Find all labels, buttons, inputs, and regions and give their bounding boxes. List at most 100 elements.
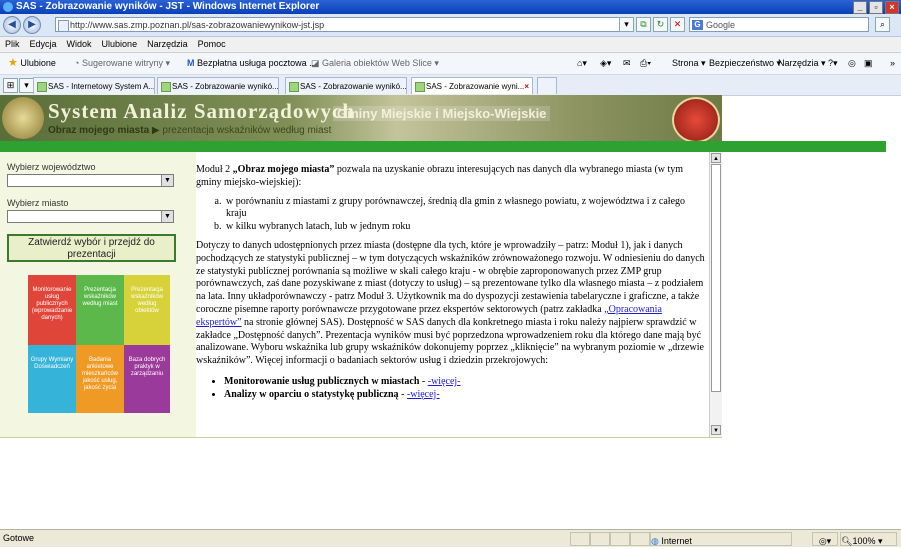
more-link[interactable]: -więcej- [428,376,461,387]
page-icon [58,20,69,31]
new-tab-button[interactable] [537,77,557,94]
scroll-up-icon[interactable]: ▲ [711,153,721,163]
list-item: Analizy w oparciu o statystykę publiczną… [224,389,706,402]
page-icon [289,82,299,92]
home-icon[interactable]: ⌂▾ [577,53,587,74]
print-icon[interactable]: ⎙▾ [640,53,651,74]
content-scrollbar[interactable]: ▲ ▼ [709,152,722,437]
back-button[interactable]: ◀ [3,16,21,34]
chevron-right-icon: ▶ [151,125,160,136]
menu-edit[interactable]: Edycja [30,39,57,49]
fav-web-slice-gallery[interactable]: ◪ Galeria obiektów Web Slice ▾ [311,53,439,74]
submit-button[interactable]: Zatwierdź wybór i przejdź do prezentacji [7,234,176,262]
forward-button[interactable]: ▶ [23,16,41,34]
tab-item[interactable]: SAS - Zobrazowanie wynikó... [157,77,279,94]
puzzle-piece[interactable]: Prezentacja wskaźników według obiektów [124,275,170,345]
tab-list-icon[interactable]: ▾ [19,78,34,93]
close-tab-icon[interactable]: × [524,78,529,94]
site-title: System Analiz Samorządowych [48,99,355,123]
menu-help[interactable]: Pomoc [198,39,226,49]
menu-view[interactable]: Widok [67,39,92,49]
zoom-control[interactable]: 🔍︎100% ▾ [840,532,897,546]
mail-icon[interactable]: ✉ [623,53,631,74]
site-subtitle: Gminy Miejskie i Miejsko-Wiejskie [333,106,551,121]
star-icon: ★ [8,57,18,69]
breadcrumb-page: prezentacja wskaźników według miast [162,125,332,136]
puzzle-piece[interactable]: Grupy Wymiany Doświadczeń [28,345,76,413]
fav-suggested-sites[interactable]: ◔ Sugerowane witryny ▾ [74,53,170,74]
main-content: Moduł 2 „Obraz mojego miasta” pozwala na… [196,152,708,437]
list-item: w kilku wybranych latach, lub w jednym r… [224,221,706,234]
page-bottom-border [0,437,722,438]
page-icon [37,82,47,92]
status-cell [610,532,630,546]
page-icon [161,82,171,92]
puzzle-piece[interactable]: Prezentacja wskaźników według miast [76,275,124,345]
puzzle-piece[interactable]: Badania ankietowe mieszkańców jakość usł… [76,345,124,413]
window-title: SAS - Zobrazowanie wyników - JST - Windo… [16,1,320,12]
search-icon[interactable]: ⌕ [875,17,890,32]
google-icon: G [692,20,703,30]
sidebar: Wybierz województwo ▼ Wybierz miasto ▼ Z… [0,152,197,437]
description-paragraph: Dotyczy to danych udostępnionych przez m… [196,239,705,367]
menu-favorites[interactable]: Ulubione [102,39,138,49]
maximize-button[interactable]: ▫ [869,1,883,14]
fav-free-mail[interactable]: M Bezpłatna usługa pocztowa ... [187,53,317,74]
research-icon[interactable]: ◎ [848,53,856,74]
voivodeship-select[interactable]: ▼ [7,174,174,187]
list-item: Monitorowanie usług publicznych w miasta… [224,376,706,389]
puzzle-piece[interactable]: Baza dobrych praktyk w zarządzaniu [124,345,170,413]
city-emblem-logo [2,97,44,139]
compat-view-icon[interactable]: ⧉ [636,17,651,32]
zmp-logo [672,97,720,141]
refresh-icon[interactable]: ↻ [653,17,668,32]
comparison-list: w porównaniu z miastami z grupy porównaw… [196,196,706,234]
feeds-icon[interactable]: ◈▾ [600,53,611,74]
chevron-right-icon[interactable]: » [890,53,895,74]
protected-mode-icon[interactable]: ◎▾ [812,532,838,546]
module-puzzle: Monitorowanie usług publicznych (wprowad… [28,275,170,413]
address-toolbar: ◀ ▶ http://www.sas.zmp.poznan.pl/sas-zob… [0,14,901,37]
security-zone[interactable]: ◍ Internet [650,532,792,546]
favorites-button[interactable]: ★ Ulubione [8,53,56,74]
ie-logo-icon [3,2,13,12]
sector-list: Monitorowanie usług publicznych w miasta… [196,376,706,402]
tab-item[interactable]: SAS - Internetowy System A... [33,77,155,94]
tools-menu[interactable]: Narzędzia ▾ [778,53,826,74]
city-label: Wybierz miasto [7,198,69,208]
tab-item-active[interactable]: SAS - Zobrazowanie wyni... × [411,77,533,94]
chevron-down-icon: ▼ [161,175,173,186]
scroll-thumb[interactable] [711,164,721,392]
tab-item[interactable]: SAS - Zobrazowanie wynikó... [285,77,407,94]
puzzle-piece[interactable]: Monitorowanie usług publicznych (wprowad… [28,275,76,345]
address-url: http://www.sas.zmp.poznan.pl/sas-zobrazo… [70,20,325,30]
stop-icon[interactable]: ✕ [670,17,685,32]
menu-tools[interactable]: Narzędzia [147,39,188,49]
address-dropdown-icon[interactable]: ▾ [619,17,634,32]
site-banner: System Analiz Samorządowych Gminy Miejsk… [0,95,722,141]
status-cell [630,532,650,546]
minimize-button[interactable]: _ [853,1,867,14]
status-cell [590,532,610,546]
extra-icon[interactable]: ▣ [864,53,873,74]
intro-paragraph: Moduł 2 „Obraz mojego miasta” pozwala na… [196,164,684,188]
address-input[interactable]: http://www.sas.zmp.poznan.pl/sas-zobrazo… [55,17,630,32]
quick-tabs-icon[interactable]: ⊞ [3,78,18,93]
favorites-bar: ★ Ulubione ◔ Sugerowane witryny ▾ M Bezp… [0,53,901,75]
search-input[interactable]: G Google [689,17,869,32]
breadcrumb-module: Obraz mojego miasta [48,125,150,136]
breadcrumb: Obraz mojego miasta ▶ prezentacja wskaźn… [48,125,331,136]
list-item: w porównaniu z miastami z grupy porównaw… [224,196,706,222]
page-menu[interactable]: Strona ▾ [672,53,706,74]
status-cell [570,532,590,546]
voivodeship-label: Wybierz województwo [7,162,96,172]
chevron-down-icon: ▼ [161,211,173,222]
help-icon[interactable]: ?▾ [828,53,838,74]
tab-bar: ⊞ ▾ SAS - Internetowy System A... SAS - … [0,75,901,96]
city-select[interactable]: ▼ [7,210,174,223]
close-window-button[interactable]: × [885,1,899,14]
scroll-down-icon[interactable]: ▼ [711,425,721,435]
safety-menu[interactable]: Bezpieczeństwo ▾ [709,53,781,74]
more-link[interactable]: -więcej- [407,389,440,400]
menu-file[interactable]: Plik [5,39,20,49]
